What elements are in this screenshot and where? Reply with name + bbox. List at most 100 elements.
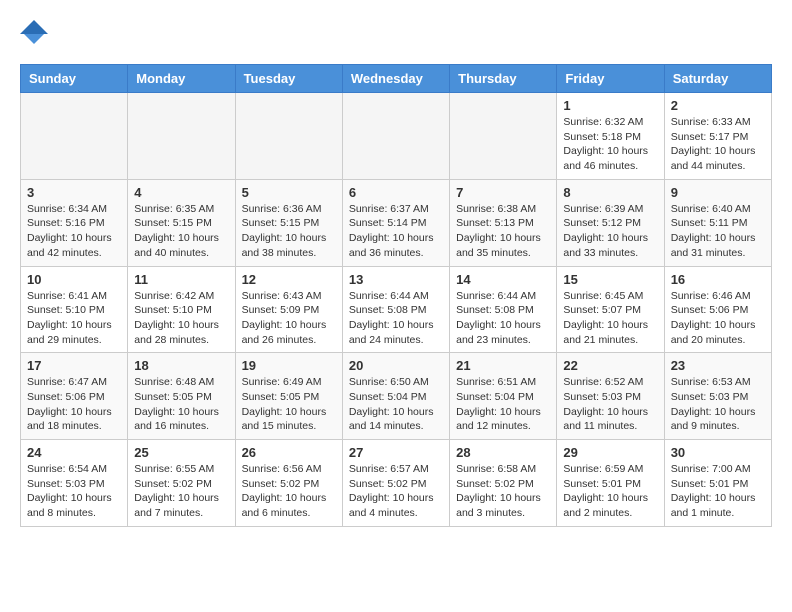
calendar-cell: 3Sunrise: 6:34 AM Sunset: 5:16 PM Daylig… [21,179,128,266]
day-info: Sunrise: 6:45 AM Sunset: 5:07 PM Dayligh… [563,289,657,348]
day-number: 13 [349,272,443,287]
day-number: 8 [563,185,657,200]
day-info: Sunrise: 7:00 AM Sunset: 5:01 PM Dayligh… [671,462,765,521]
calendar-cell [342,93,449,180]
calendar-cell: 13 Sunrise: 6:44 AM Sunset: 5:08 PM Dayli… [342,266,449,353]
day-info: Sunrise: 6:41 AM Sunset: 5:10 PM Dayligh… [27,289,121,348]
calendar-header-wednesday: Wednesday [342,65,449,93]
calendar-cell: 28Sunrise: 6:58 AM Sunset: 5:02 PM Dayli… [450,440,557,527]
calendar-header-tuesday: Tuesday [235,65,342,93]
day-number: 15 [563,272,657,287]
calendar-cell: 11 Sunrise: 6:42 AM Sunset: 5:10 PM Dayli… [128,266,235,353]
calendar-header-friday: Friday [557,65,664,93]
calendar-cell: 12Sunrise: 6:43 AM Sunset: 5:09 PM Dayli… [235,266,342,353]
calendar-cell: 20Sunrise: 6:50 AM Sunset: 5:04 PM Dayli… [342,353,449,440]
calendar-cell: 23 Sunrise: 6:53 AM Sunset: 5:03 PM Dayli… [664,353,771,440]
week-row-1: 1 Sunrise: 6:32 AM Sunset: 5:18 PM Daylig… [21,93,772,180]
calendar-cell: 27 Sunrise: 6:57 AM Sunset: 5:02 PM Dayli… [342,440,449,527]
calendar-header-row: SundayMondayTuesdayWednesdayThursdayFrid… [21,65,772,93]
day-info: Sunrise: 6:55 AM Sunset: 5:02 PM Dayligh… [134,462,228,521]
day-number: 6 [349,185,443,200]
day-info: Sunrise: 6:48 AM Sunset: 5:05 PM Dayligh… [134,375,228,434]
day-info: Sunrise: 6:46 AM Sunset: 5:06 PM Dayligh… [671,289,765,348]
day-info: Sunrise: 6:38 AM Sunset: 5:13 PM Dayligh… [456,202,550,261]
calendar-cell: 10 Sunrise: 6:41 AM Sunset: 5:10 PM Dayli… [21,266,128,353]
calendar-header-saturday: Saturday [664,65,771,93]
day-number: 25 [134,445,228,460]
day-number: 26 [242,445,336,460]
logo [20,20,52,48]
day-number: 3 [27,185,121,200]
day-info: Sunrise: 6:49 AM Sunset: 5:05 PM Dayligh… [242,375,336,434]
calendar-cell: 6 Sunrise: 6:37 AM Sunset: 5:14 PM Daylig… [342,179,449,266]
day-number: 24 [27,445,121,460]
day-number: 18 [134,358,228,373]
day-info: Sunrise: 6:40 AM Sunset: 5:11 PM Dayligh… [671,202,765,261]
week-row-4: 17 Sunrise: 6:47 AM Sunset: 5:06 PM Dayli… [21,353,772,440]
calendar-cell: 9 Sunrise: 6:40 AM Sunset: 5:11 PM Daylig… [664,179,771,266]
calendar-cell: 2 Sunrise: 6:33 AM Sunset: 5:17 PM Daylig… [664,93,771,180]
day-number: 11 [134,272,228,287]
calendar-cell: 25 Sunrise: 6:55 AM Sunset: 5:02 PM Dayli… [128,440,235,527]
day-number: 16 [671,272,765,287]
day-number: 29 [563,445,657,460]
day-info: Sunrise: 6:59 AM Sunset: 5:01 PM Dayligh… [563,462,657,521]
day-number: 19 [242,358,336,373]
calendar-cell [128,93,235,180]
calendar-cell: 4 Sunrise: 6:35 AM Sunset: 5:15 PM Daylig… [128,179,235,266]
day-info: Sunrise: 6:57 AM Sunset: 5:02 PM Dayligh… [349,462,443,521]
calendar-cell: 21 Sunrise: 6:51 AM Sunset: 5:04 PM Dayli… [450,353,557,440]
day-info: Sunrise: 6:35 AM Sunset: 5:15 PM Dayligh… [134,202,228,261]
day-info: Sunrise: 6:52 AM Sunset: 5:03 PM Dayligh… [563,375,657,434]
day-info: Sunrise: 6:53 AM Sunset: 5:03 PM Dayligh… [671,375,765,434]
day-number: 2 [671,98,765,113]
day-number: 23 [671,358,765,373]
week-row-5: 24 Sunrise: 6:54 AM Sunset: 5:03 PM Dayli… [21,440,772,527]
day-number: 4 [134,185,228,200]
day-number: 27 [349,445,443,460]
calendar-table: SundayMondayTuesdayWednesdayThursdayFrid… [20,64,772,527]
logo-icon [20,20,48,48]
day-info: Sunrise: 6:32 AM Sunset: 5:18 PM Dayligh… [563,115,657,174]
calendar-cell: 7 Sunrise: 6:38 AM Sunset: 5:13 PM Daylig… [450,179,557,266]
day-number: 9 [671,185,765,200]
calendar-cell: 1 Sunrise: 6:32 AM Sunset: 5:18 PM Daylig… [557,93,664,180]
calendar-cell: 16 Sunrise: 6:46 AM Sunset: 5:06 PM Dayli… [664,266,771,353]
calendar-cell: 22 Sunrise: 6:52 AM Sunset: 5:03 PM Dayli… [557,353,664,440]
day-info: Sunrise: 6:56 AM Sunset: 5:02 PM Dayligh… [242,462,336,521]
day-number: 10 [27,272,121,287]
day-info: Sunrise: 6:33 AM Sunset: 5:17 PM Dayligh… [671,115,765,174]
day-info: Sunrise: 6:44 AM Sunset: 5:08 PM Dayligh… [456,289,550,348]
day-info: Sunrise: 6:44 AM Sunset: 5:08 PM Dayligh… [349,289,443,348]
day-info: Sunrise: 6:47 AM Sunset: 5:06 PM Dayligh… [27,375,121,434]
day-number: 14 [456,272,550,287]
calendar-cell: 26 Sunrise: 6:56 AM Sunset: 5:02 PM Dayli… [235,440,342,527]
day-info: Sunrise: 6:54 AM Sunset: 5:03 PM Dayligh… [27,462,121,521]
week-row-2: 3Sunrise: 6:34 AM Sunset: 5:16 PM Daylig… [21,179,772,266]
day-info: Sunrise: 6:37 AM Sunset: 5:14 PM Dayligh… [349,202,443,261]
calendar-header-sunday: Sunday [21,65,128,93]
day-number: 17 [27,358,121,373]
day-number: 22 [563,358,657,373]
day-info: Sunrise: 6:42 AM Sunset: 5:10 PM Dayligh… [134,289,228,348]
calendar-cell [21,93,128,180]
day-number: 5 [242,185,336,200]
calendar-cell: 15 Sunrise: 6:45 AM Sunset: 5:07 PM Dayli… [557,266,664,353]
calendar-cell: 24 Sunrise: 6:54 AM Sunset: 5:03 PM Dayli… [21,440,128,527]
day-info: Sunrise: 6:36 AM Sunset: 5:15 PM Dayligh… [242,202,336,261]
calendar-cell [235,93,342,180]
day-number: 7 [456,185,550,200]
calendar-header-thursday: Thursday [450,65,557,93]
day-number: 1 [563,98,657,113]
day-number: 30 [671,445,765,460]
day-info: Sunrise: 6:39 AM Sunset: 5:12 PM Dayligh… [563,202,657,261]
calendar-cell: 14 Sunrise: 6:44 AM Sunset: 5:08 PM Dayli… [450,266,557,353]
day-number: 28 [456,445,550,460]
calendar-cell [450,93,557,180]
day-number: 20 [349,358,443,373]
day-number: 21 [456,358,550,373]
calendar-cell: 18 Sunrise: 6:48 AM Sunset: 5:05 PM Dayli… [128,353,235,440]
calendar-cell: 5 Sunrise: 6:36 AM Sunset: 5:15 PM Daylig… [235,179,342,266]
day-info: Sunrise: 6:51 AM Sunset: 5:04 PM Dayligh… [456,375,550,434]
calendar-header-monday: Monday [128,65,235,93]
